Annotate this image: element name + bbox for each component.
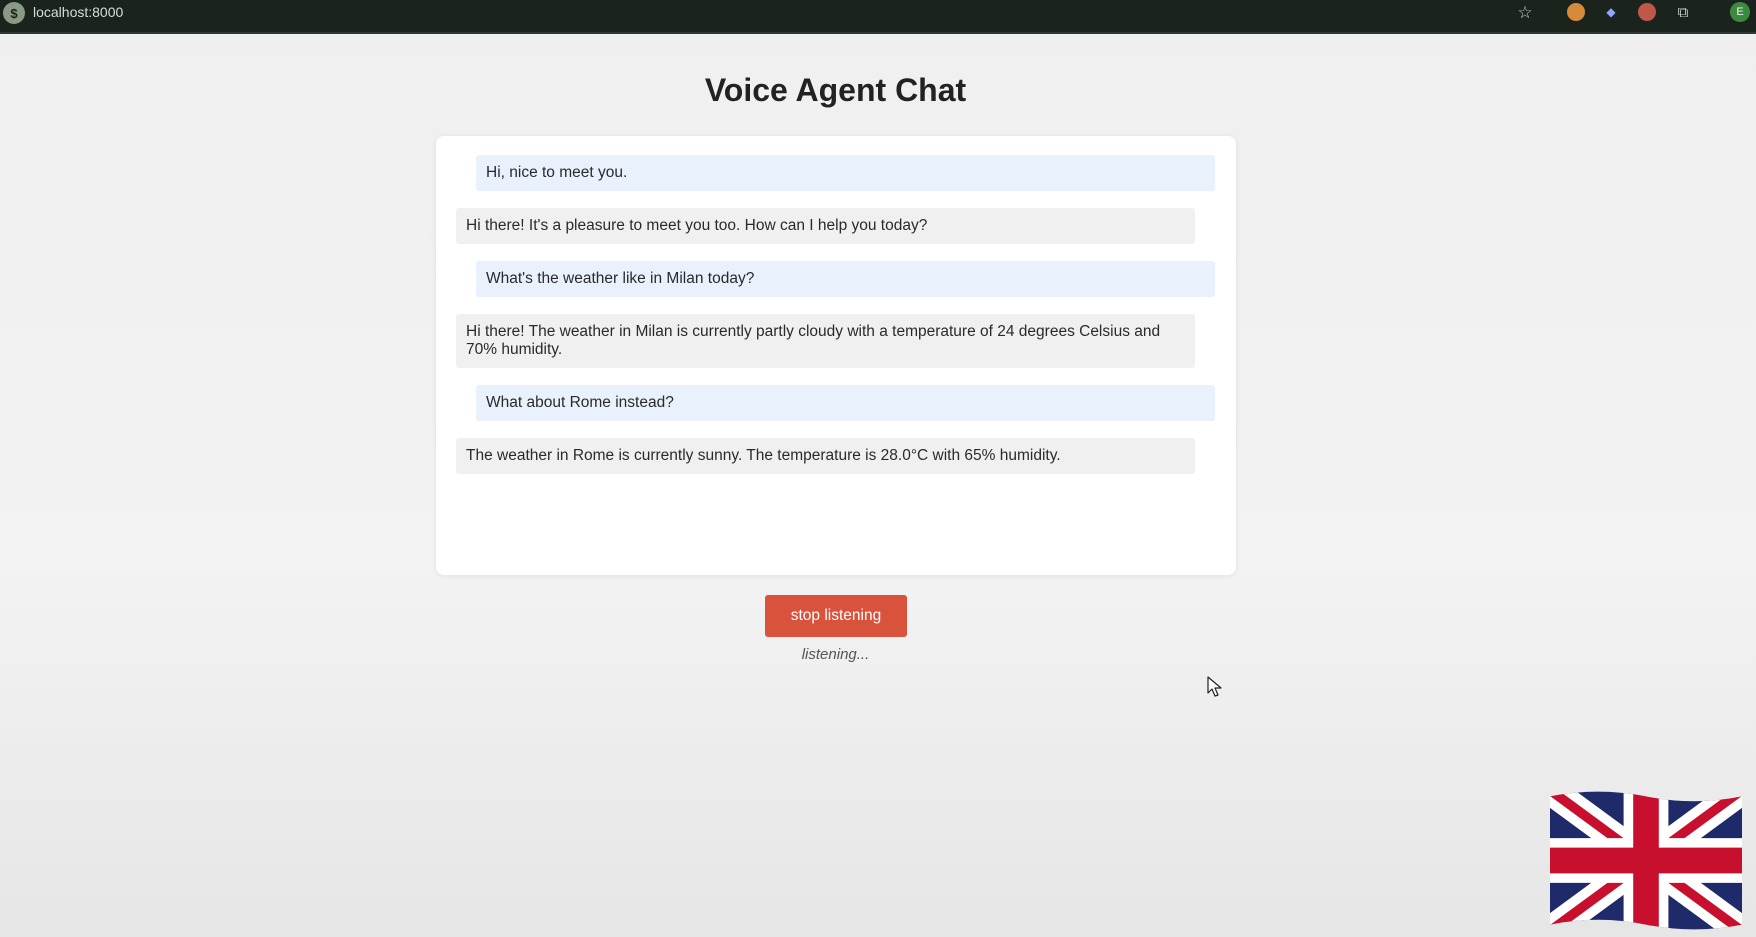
bot-message: The weather in Rome is currently sunny. …	[456, 438, 1195, 474]
page-title: Voice Agent Chat	[704, 72, 967, 108]
stop-listening-button[interactable]: stop listening	[765, 595, 907, 637]
site-favicon-icon: $	[3, 2, 25, 24]
listening-status: listening...	[801, 646, 870, 663]
user-message: Hi, nice to meet you.	[476, 155, 1215, 191]
uk-flag-icon	[1550, 791, 1742, 930]
mouse-cursor-icon	[1207, 676, 1222, 697]
browser-toolbar: $ localhost:8000 ☆ ◆ ⧉ E	[0, 0, 1756, 34]
bookmark-star-icon[interactable]: ☆	[1516, 3, 1534, 21]
extension-blue-icon[interactable]: ◆	[1602, 3, 1620, 21]
bot-message: Hi there! It's a pleasure to meet you to…	[456, 208, 1195, 244]
profile-avatar-icon[interactable]: E	[1730, 2, 1750, 22]
bot-message: Hi there! The weather in Milan is curren…	[456, 314, 1195, 368]
extension-red-icon[interactable]	[1638, 3, 1656, 21]
address-bar-url[interactable]: localhost:8000	[33, 3, 123, 21]
user-message: What's the weather like in Milan today?	[476, 261, 1215, 297]
user-message: What about Rome instead?	[476, 385, 1215, 421]
extensions-puzzle-icon[interactable]: ⧉	[1674, 3, 1692, 21]
chat-container: Hi, nice to meet you. Hi there! It's a p…	[436, 136, 1236, 575]
extension-orange-icon[interactable]	[1567, 3, 1585, 21]
